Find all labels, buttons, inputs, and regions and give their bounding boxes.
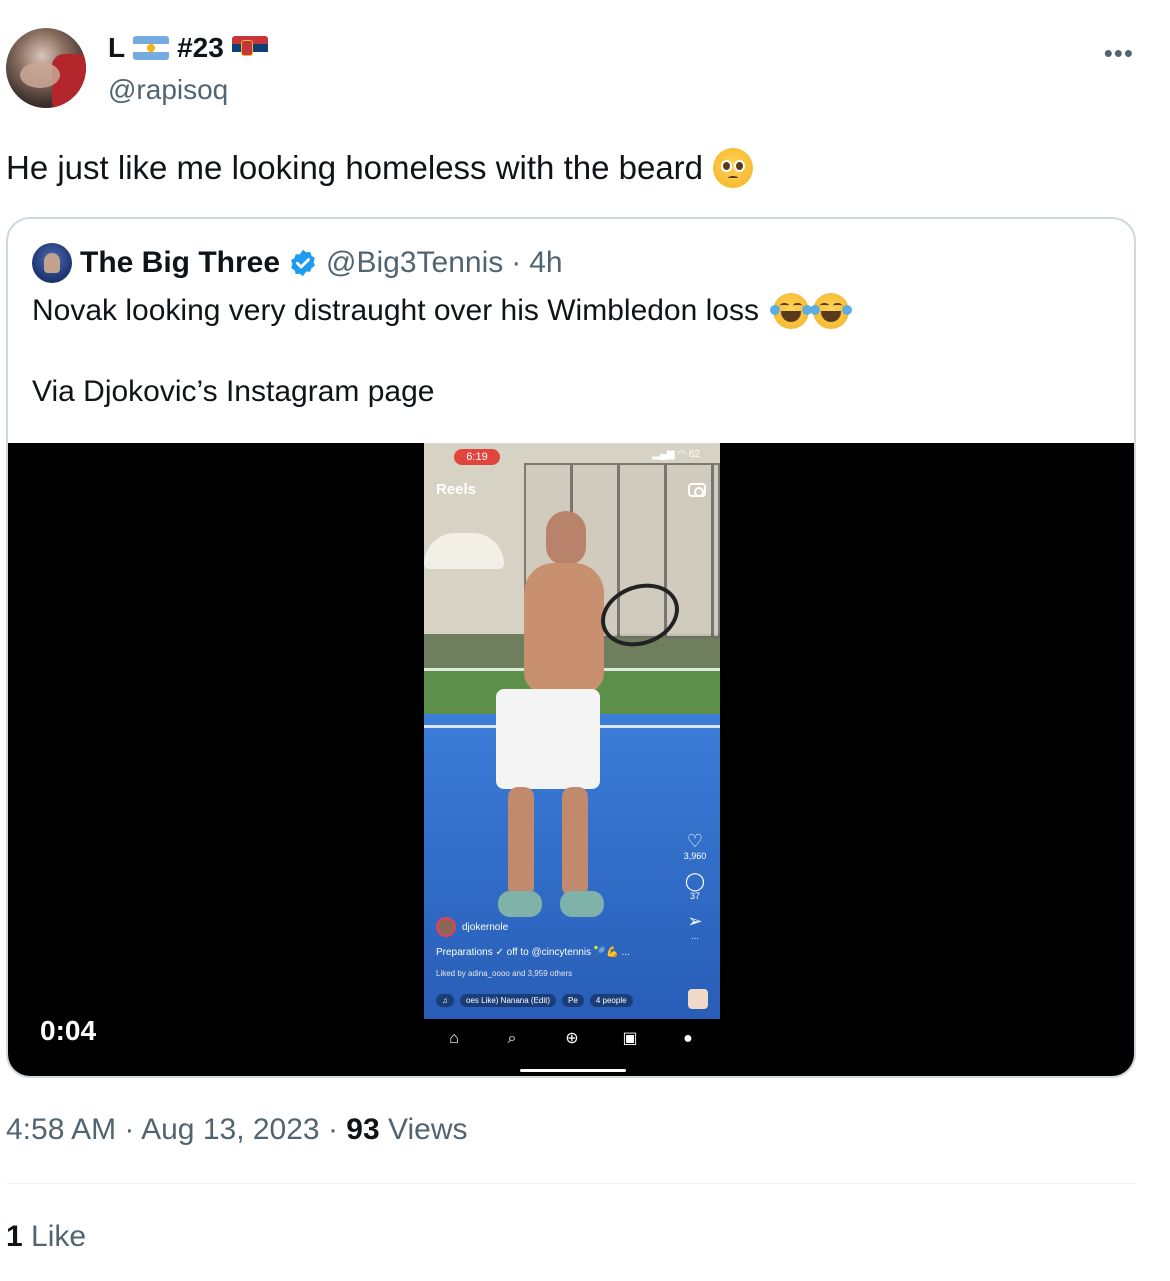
comment-icon: ◯ (684, 871, 706, 891)
player-torso (524, 563, 604, 693)
reel-username: djokernole (462, 921, 509, 933)
avatar[interactable] (6, 28, 86, 108)
views-label: Views (388, 1113, 468, 1146)
tweet-header: L #23 @rapisoq ••• (6, 28, 1146, 112)
meta-dot: · (327, 1113, 338, 1146)
reel-caption: Preparations ✓ off to @cincytennis 🎾💪 ..… (436, 947, 630, 958)
quoted-display-name[interactable]: The Big Three (80, 246, 280, 280)
serbia-flag-icon (231, 36, 268, 60)
more-options-icon[interactable]: ••• (1104, 38, 1134, 69)
reels-title: Reels (436, 481, 477, 498)
quoted-separator: · (511, 246, 522, 279)
player-shoe (498, 891, 542, 917)
player-shorts (496, 689, 600, 789)
views-count: 93 (346, 1113, 380, 1146)
reel-bottom-nav: ⌂ ⌕ ⊕ ▣ ● (424, 1019, 720, 1076)
divider (6, 1183, 1136, 1184)
more-dots: ... (691, 931, 699, 941)
player-shoe (560, 891, 604, 917)
tears-of-joy-icon (810, 293, 852, 329)
audio-title: oes Like) Nanana (Edit) (460, 993, 557, 1007)
display-name-number: #23 (177, 32, 224, 63)
display-name-prefix: L (108, 32, 126, 63)
player-head (546, 511, 586, 565)
home-indicator (520, 1069, 626, 1072)
quoted-avatar[interactable] (32, 243, 72, 283)
heart-icon: ♡ (686, 831, 704, 851)
people-count: 4 people (589, 993, 633, 1007)
video-frame: 6:19 ▂▄▆ ◠ 62 Reels ♡ 3,960 ◯ 37 ➢ ... d… (424, 443, 720, 1076)
quoted-handle[interactable]: @Big3Tennis (326, 246, 503, 280)
search-icon: ⌕ (507, 1030, 517, 1047)
tweet-date[interactable]: Aug 13, 2023 (141, 1113, 320, 1146)
quoted-header: The Big Three @Big3Tennis · 4h (32, 243, 563, 283)
quoted-line1-text: Novak looking very distraught over his W… (32, 294, 759, 327)
umbrella (424, 533, 504, 569)
player-leg (508, 787, 534, 897)
profile-icon: ● (683, 1030, 693, 1047)
audio-extra: Pe (562, 993, 584, 1007)
comments-count: 37 (689, 891, 700, 901)
likes-link[interactable]: 1 Like (6, 1220, 86, 1254)
argentina-flag-icon (133, 36, 170, 60)
video-player[interactable]: 6:19 ▂▄▆ ◠ 62 Reels ♡ 3,960 ◯ 37 ➢ ... d… (8, 443, 1134, 1076)
user-handle[interactable]: @rapisoq (108, 74, 228, 106)
reel-user-avatar (436, 917, 456, 937)
quoted-tweet[interactable]: The Big Three @Big3Tennis · 4h Novak loo… (6, 217, 1136, 1078)
likes-label: Like (31, 1220, 87, 1253)
music-note-icon: ♫ (436, 993, 454, 1007)
reel-liked-by: Liked by adina_oooo and 3,959 others (436, 969, 573, 978)
quoted-age[interactable]: 4h (529, 246, 562, 280)
status-battery: ▂▄▆ ◠ 62 (652, 449, 700, 460)
share-icon: ➢ (687, 911, 703, 931)
audio-thumbnail (688, 989, 708, 1009)
video-duration: 0:04 (40, 1015, 97, 1046)
likes-count: 3,960 (683, 851, 707, 861)
battery-level: 62 (688, 449, 700, 460)
likes-count-value: 1 (6, 1220, 23, 1253)
quoted-text-line2: Via Djokovic’s Instagram page (32, 375, 435, 408)
tweet-time[interactable]: 4:58 AM (6, 1113, 116, 1146)
quoted-text-line1: Novak looking very distraught over his W… (32, 293, 852, 329)
status-time: 6:19 (454, 449, 500, 465)
tweet-body: He just like me looking homeless with th… (6, 149, 704, 186)
display-name[interactable]: L #23 (108, 32, 268, 64)
create-icon: ⊕ (565, 1030, 579, 1047)
pleading-face-icon (713, 148, 754, 188)
meta-dot: · (124, 1113, 135, 1146)
player-leg (562, 787, 588, 897)
reel-audio: ♫ oes Like) Nanana (Edit) Pe 4 people (436, 991, 636, 1009)
camera-icon (688, 483, 706, 497)
reels-icon: ▣ (622, 1030, 638, 1047)
tweet-text: He just like me looking homeless with th… (6, 148, 754, 188)
verified-badge-icon (291, 249, 315, 277)
reel-user: djokernole (436, 917, 508, 937)
home-icon: ⌂ (449, 1030, 459, 1047)
tears-of-joy-icon (770, 293, 812, 329)
tweet-meta: 4:58 AM · Aug 13, 2023 · 93 Views (6, 1113, 468, 1147)
reel-side-actions: ♡ 3,960 ◯ 37 ➢ ... (680, 831, 710, 951)
